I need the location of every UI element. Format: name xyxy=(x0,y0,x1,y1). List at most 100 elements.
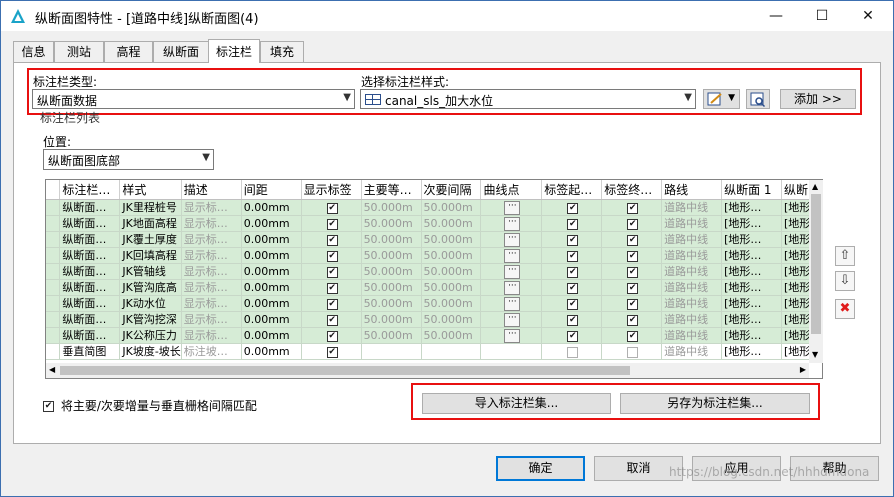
table-row[interactable]: 垂直简图 JK坡度-坡长 标注坡… 0.00mm ✔ 道路中线 [地形… [地形 xyxy=(46,343,822,360)
ellipsis-button[interactable]: ··· xyxy=(504,313,521,327)
label-end-checkbox[interactable]: ✔ xyxy=(627,266,639,278)
label-end-checkbox[interactable]: ✔ xyxy=(627,298,639,310)
band-type-combo[interactable]: 纵断面数据 ▼ xyxy=(32,89,355,109)
row-header[interactable] xyxy=(46,327,61,344)
ellipsis-button[interactable]: ··· xyxy=(504,281,521,295)
ellipsis-button[interactable]: ··· xyxy=(504,329,521,343)
vertical-scroll-thumb[interactable] xyxy=(811,194,821,334)
cell-curve-points[interactable]: ··· xyxy=(480,247,543,264)
cell-style[interactable]: JK回填高程 xyxy=(119,247,182,264)
label-start-checkbox[interactable]: ✔ xyxy=(567,314,579,326)
cell-profile-1[interactable]: [地形… xyxy=(721,279,782,296)
cell-curve-points[interactable]: ··· xyxy=(480,295,543,312)
cell-label-end[interactable]: ✔ xyxy=(601,311,663,328)
show-labels-checkbox[interactable]: ✔ xyxy=(326,298,338,310)
row-header[interactable] xyxy=(46,263,61,280)
cell-gap[interactable]: 0.00mm xyxy=(241,231,302,248)
row-header[interactable] xyxy=(46,231,61,248)
cell-band-type[interactable]: 纵断面… xyxy=(59,327,121,344)
col-header[interactable]: 曲线点 xyxy=(480,180,543,200)
cell-minor-interval[interactable]: 50.000m xyxy=(421,231,482,248)
cell-style[interactable]: JK里程桩号 xyxy=(119,199,182,216)
cell-description[interactable]: 显示标… xyxy=(181,215,242,232)
label-end-checkbox[interactable]: ✔ xyxy=(627,234,639,246)
show-labels-checkbox[interactable]: ✔ xyxy=(326,330,338,342)
cell-band-type[interactable]: 纵断面… xyxy=(59,295,121,312)
position-combo[interactable]: 纵断面图底部 ▼ xyxy=(43,149,214,170)
cell-label-end[interactable]: ✔ xyxy=(601,295,663,312)
cell-band-type[interactable]: 垂直简图 xyxy=(59,343,121,360)
table-row[interactable]: 纵断面… JK动水位 显示标… 0.00mm ✔ 50.000m 50.000m ··· ✔ ✔ 道… xyxy=(46,295,822,312)
cell-show-labels[interactable]: ✔ xyxy=(301,215,362,232)
cell-curve-points[interactable]: ··· xyxy=(480,311,543,328)
cell-label-start[interactable]: ✔ xyxy=(541,279,603,296)
cell-style[interactable]: JK地面高程 xyxy=(119,215,182,232)
cell-curve-points[interactable]: ··· xyxy=(480,279,543,296)
show-labels-checkbox[interactable]: ✔ xyxy=(326,314,338,326)
cell-style[interactable]: JK管轴线 xyxy=(119,263,182,280)
cell-label-start[interactable]: ✔ xyxy=(541,311,603,328)
cell-label-end[interactable]: ✔ xyxy=(601,279,663,296)
cell-label-start[interactable]: ✔ xyxy=(541,231,603,248)
cell-profile-1[interactable]: [地形… xyxy=(721,295,782,312)
row-header[interactable] xyxy=(46,199,61,216)
cell-style[interactable]: JK公称压力 xyxy=(119,327,182,344)
col-header[interactable]: 主要等… xyxy=(361,180,422,200)
col-header[interactable]: 显示标签 xyxy=(301,180,362,200)
label-start-checkbox[interactable] xyxy=(567,346,579,358)
cell-alignment[interactable]: 道路中线 xyxy=(661,215,723,232)
edit-style-dropdown-button[interactable]: ▼ xyxy=(703,89,740,109)
col-header[interactable]: 标签起… xyxy=(541,180,603,200)
cell-description[interactable]: 显示标… xyxy=(181,247,242,264)
cell-label-end[interactable]: ✔ xyxy=(601,215,663,232)
cell-major-interval[interactable]: 50.000m xyxy=(361,327,422,344)
cell-gap[interactable]: 0.00mm xyxy=(241,263,302,280)
cell-description[interactable]: 显示标… xyxy=(181,263,242,280)
cell-show-labels[interactable]: ✔ xyxy=(301,311,362,328)
scroll-left-icon[interactable]: ◀ xyxy=(49,365,55,374)
cell-minor-interval[interactable] xyxy=(421,343,482,360)
cell-description[interactable]: 标注坡… xyxy=(181,343,242,360)
show-labels-checkbox[interactable]: ✔ xyxy=(326,282,338,294)
cell-curve-points[interactable]: ··· xyxy=(480,199,543,216)
cell-label-start[interactable]: ✔ xyxy=(541,215,603,232)
cell-profile-1[interactable]: [地形… xyxy=(721,231,782,248)
show-labels-checkbox[interactable]: ✔ xyxy=(326,218,338,230)
match-increments-checkbox[interactable]: ✔ xyxy=(43,401,54,412)
cell-minor-interval[interactable]: 50.000m xyxy=(421,263,482,280)
show-labels-checkbox[interactable]: ✔ xyxy=(326,202,338,214)
table-row[interactable]: 纵断面… JK管沟底高 显示标… 0.00mm ✔ 50.000m 50.000m ··· ✔ ✔… xyxy=(46,279,822,296)
cell-minor-interval[interactable]: 50.000m xyxy=(421,295,482,312)
cell-show-labels[interactable]: ✔ xyxy=(301,199,362,216)
cell-gap[interactable]: 0.00mm xyxy=(241,295,302,312)
cell-band-type[interactable]: 纵断面… xyxy=(59,247,121,264)
label-end-checkbox[interactable]: ✔ xyxy=(627,250,639,262)
cell-label-end[interactable] xyxy=(601,343,663,360)
maximize-button[interactable]: ☐ xyxy=(799,1,845,31)
cell-band-type[interactable]: 纵断面… xyxy=(59,215,121,232)
show-labels-checkbox[interactable]: ✔ xyxy=(326,266,338,278)
tab-info[interactable]: 信息 xyxy=(13,41,54,62)
cell-gap[interactable]: 0.00mm xyxy=(241,279,302,296)
cell-curve-points[interactable] xyxy=(480,343,543,360)
cell-label-end[interactable]: ✔ xyxy=(601,263,663,280)
cell-gap[interactable]: 0.00mm xyxy=(241,327,302,344)
cell-major-interval[interactable]: 50.000m xyxy=(361,215,422,232)
preview-style-button[interactable] xyxy=(746,89,770,109)
cell-major-interval[interactable]: 50.000m xyxy=(361,311,422,328)
table-row[interactable]: 纵断面… JK管沟挖深 显示标… 0.00mm ✔ 50.000m 50.000m ··· ✔ ✔… xyxy=(46,311,822,328)
cell-alignment[interactable]: 道路中线 xyxy=(661,199,723,216)
ellipsis-button[interactable]: ··· xyxy=(504,265,521,279)
cell-band-type[interactable]: 纵断面… xyxy=(59,199,121,216)
cell-profile-1[interactable]: [地形… xyxy=(721,199,782,216)
grid-vertical-scrollbar[interactable]: ▲ ▼ xyxy=(809,180,823,363)
scroll-right-icon[interactable]: ▶ xyxy=(800,365,806,374)
cell-profile-1[interactable]: [地形… xyxy=(721,327,782,344)
move-up-button[interactable]: ⇧ xyxy=(835,246,855,266)
cell-profile-1[interactable]: [地形… xyxy=(721,215,782,232)
row-header[interactable] xyxy=(46,279,61,296)
cell-style[interactable]: JK动水位 xyxy=(119,295,182,312)
import-band-set-button[interactable]: 导入标注栏集... xyxy=(422,393,611,414)
cell-curve-points[interactable]: ··· xyxy=(480,231,543,248)
cell-minor-interval[interactable]: 50.000m xyxy=(421,327,482,344)
